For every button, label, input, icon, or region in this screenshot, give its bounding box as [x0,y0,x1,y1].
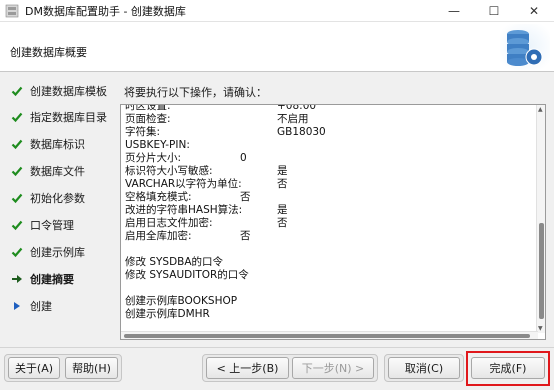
summary-heading: 将要执行以下操作，请确认： [124,86,267,99]
cancel-button[interactable]: 取消(C) [388,357,460,379]
step-summary: 创建摘要 [10,271,74,287]
checkmark-icon [10,245,24,259]
help-button[interactable]: 帮助(H) [65,357,118,379]
step-label: 初始化参数 [30,192,85,205]
scrollbar-thumb[interactable] [539,223,544,319]
window-title: DM数据库配置助手 - 创建数据库 [25,4,186,18]
scroll-up-icon[interactable]: ▲ [538,106,543,113]
step-label: 创建摘要 [30,273,74,286]
maximize-button[interactable]: ☐ [474,0,514,22]
about-button[interactable]: 关于(A) [8,357,60,379]
step-directory: 指定数据库目录 [10,109,107,125]
checkmark-icon [10,218,24,232]
vertical-scrollbar[interactable]: ▲ ▼ [536,105,545,333]
finish-highlight-box [466,351,550,386]
step-label: 数据库标识 [30,138,85,151]
title-bar: DM数据库配置助手 - 创建数据库 — ☐ ✕ [0,0,554,22]
step-label: 创建 [30,300,52,313]
scrollbar-thumb[interactable] [124,334,530,338]
step-init-params: 初始化参数 [10,190,85,206]
checkmark-icon [10,164,24,178]
step-files: 数据库文件 [10,163,85,179]
arrow-right-icon [10,272,24,286]
checkmark-icon [10,191,24,205]
step-label: 创建数据库模板 [30,85,107,98]
step-label: 指定数据库目录 [30,111,107,124]
footer-divider [0,347,554,348]
step-label: 数据库文件 [30,165,85,178]
next-button[interactable]: 下一步(N) > [292,357,374,379]
step-password: 口令管理 [10,217,74,233]
summary-panel: 将要执行以下操作，请确认： 时区设置: +08:00 页面检查: 不启用 字符集: G… [112,84,550,342]
wizard-header: 创建数据库概要 [0,22,554,72]
checkmark-icon [10,110,24,124]
step-create: 创建 [10,298,52,314]
horizontal-scrollbar[interactable] [121,331,538,339]
step-sample-db: 创建示例库 [10,244,85,260]
minimize-button[interactable]: — [434,0,474,22]
scroll-down-icon[interactable]: ▼ [538,325,543,332]
checkmark-icon [10,84,24,98]
close-button[interactable]: ✕ [514,0,554,22]
summary-text-area[interactable]: 时区设置: +08:00 页面检查: 不启用 字符集: GB18030 USBKEY-… [120,104,546,340]
database-logo-icon [500,24,550,70]
app-icon [5,4,19,18]
step-identifier: 数据库标识 [10,136,85,152]
wizard-steps: 创建数据库模板 指定数据库目录 数据库标识 数据库文件 初始化参数 口令管理 创… [2,73,110,345]
step-label: 创建示例库 [30,246,85,259]
step-label: 口令管理 [30,219,74,232]
step-template: 创建数据库模板 [10,83,107,99]
checkmark-icon [10,137,24,151]
page-title: 创建数据库概要 [10,46,87,59]
back-button[interactable]: < 上一步(B) [206,357,289,379]
triangle-right-icon [10,299,24,313]
